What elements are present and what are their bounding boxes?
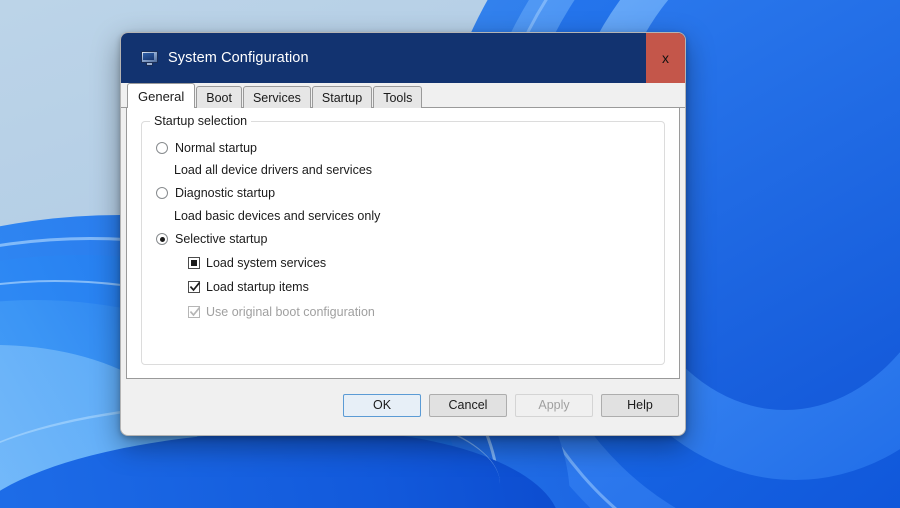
cancel-button[interactable]: Cancel (429, 393, 507, 417)
button-label: Cancel (448, 398, 488, 412)
checkbox-label: Load system services (206, 256, 327, 270)
tab-label: Tools (383, 90, 413, 105)
button-label: Help (627, 398, 653, 412)
group-legend: Startup selection (150, 114, 252, 128)
checkbox-indicator[interactable] (188, 257, 200, 269)
computer-monitor-icon (141, 50, 158, 66)
close-icon: x (662, 50, 669, 66)
startup-selection-group: Startup selection Normal startup Load al… (141, 114, 665, 365)
checkbox-load-system-services[interactable]: Load system services (188, 256, 326, 270)
tab-startup[interactable]: Startup (311, 86, 373, 108)
checkbox-indicator (188, 306, 201, 318)
title-bar: System Configuration x (121, 33, 685, 83)
radio-indicator[interactable] (156, 187, 168, 199)
tab-label: General (138, 88, 185, 104)
radio-label: Normal startup (175, 141, 257, 155)
radio-diagnostic-startup[interactable]: Diagnostic startup (156, 186, 275, 200)
tab-strip: General Boot Services Startup Tools (121, 83, 685, 108)
radio-selective-startup[interactable]: Selective startup (156, 232, 267, 246)
desktop-wallpaper: System Configuration x General Boot Serv… (0, 0, 900, 508)
radio-indicator[interactable] (156, 233, 168, 245)
checkmark-icon (189, 307, 201, 317)
tab-tools[interactable]: Tools (373, 86, 423, 108)
system-configuration-dialog: System Configuration x General Boot Serv… (120, 32, 686, 436)
tab-services[interactable]: Services (242, 86, 311, 108)
radio-normal-startup[interactable]: Normal startup (156, 141, 257, 155)
tab-general[interactable]: General (127, 83, 196, 108)
window-title: System Configuration (168, 50, 309, 66)
button-label: OK (372, 398, 392, 412)
button-label: Apply (538, 398, 570, 412)
help-button[interactable]: Help (601, 393, 679, 417)
checkbox-load-startup-items[interactable]: Load startup items (188, 280, 309, 294)
tab-label: Services (252, 90, 301, 105)
radio-label: Selective startup (175, 232, 268, 246)
dialog-button-bar: OK Cancel Apply Help (121, 379, 685, 431)
ok-button[interactable]: OK (343, 393, 421, 417)
radio-indicator[interactable] (156, 142, 168, 154)
tab-content-general: Startup selection Normal startup Load al… (126, 108, 680, 379)
normal-startup-description: Load all device drivers and services (174, 163, 373, 177)
checkbox-use-original-boot-configuration: Use original boot configuration (188, 305, 375, 319)
apply-button: Apply (515, 393, 593, 417)
tab-boot[interactable]: Boot (196, 86, 242, 108)
checkbox-indicator[interactable] (188, 281, 201, 293)
checkbox-label: Load startup items (206, 280, 309, 294)
checkbox-label: Use original boot configuration (206, 305, 375, 319)
tab-label: Startup (321, 90, 363, 105)
radio-label: Diagnostic startup (175, 186, 276, 200)
close-button[interactable]: x (646, 33, 685, 83)
tab-label: Boot (206, 90, 232, 105)
diagnostic-startup-description: Load basic devices and services only (174, 209, 381, 223)
checkmark-icon (189, 282, 201, 292)
